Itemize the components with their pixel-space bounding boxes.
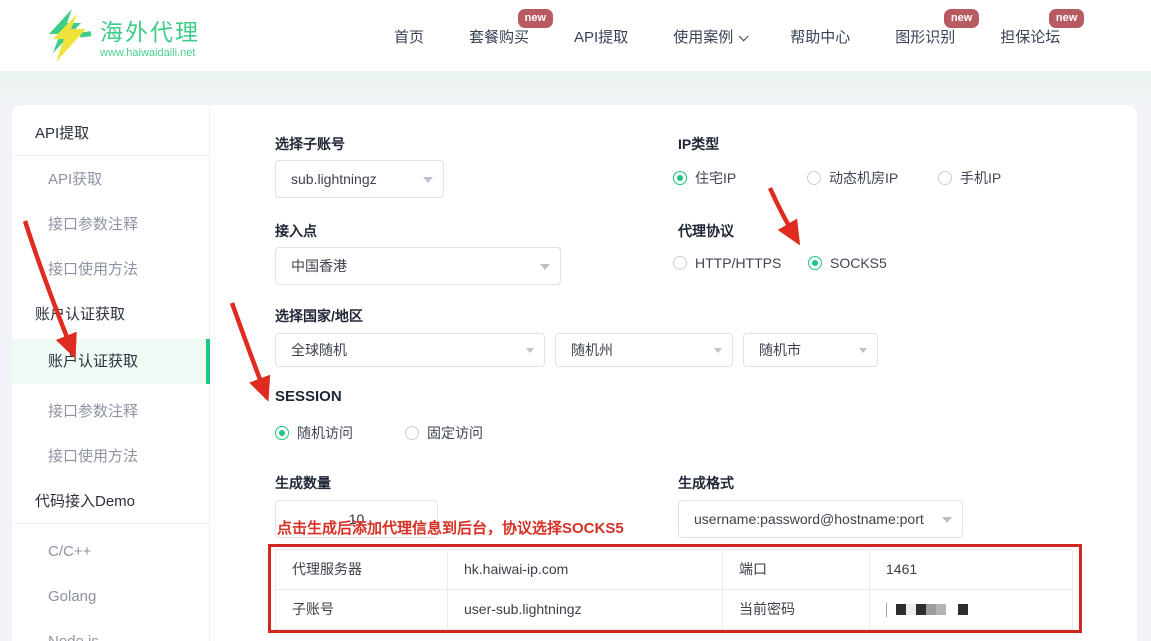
- sidebar-item-usage-2[interactable]: 接口使用方法: [12, 434, 210, 479]
- sidebar-item-code-demo[interactable]: 代码接入Demo: [12, 479, 210, 524]
- sub-account-label: 选择子账号: [275, 134, 345, 154]
- sidebar-item-param-notes[interactable]: 接口参数注释: [12, 202, 210, 247]
- state-select[interactable]: 随机州: [555, 333, 733, 367]
- session-label: SESSION: [275, 388, 342, 405]
- protocol-label: 代理协议: [678, 221, 734, 241]
- active-indicator-bar: [206, 339, 210, 384]
- format-label: 生成格式: [678, 473, 734, 493]
- radio-icon: [807, 171, 821, 185]
- format-select[interactable]: username:password@hostname:port: [678, 500, 963, 538]
- radio-selected-icon: [808, 256, 822, 270]
- nav-item-forum[interactable]: 担保论坛new: [1000, 26, 1060, 47]
- ip-type-label: IP类型: [678, 134, 719, 154]
- lightning-bolt-icon: [44, 8, 94, 69]
- country-select[interactable]: 全球随机: [275, 333, 545, 367]
- session-fixed-radio[interactable]: 固定访问: [405, 423, 483, 443]
- radio-selected-icon: [673, 171, 687, 185]
- text-cursor: [886, 603, 887, 617]
- sidebar-item-golang[interactable]: Golang: [12, 574, 210, 619]
- table-value-cell: user-sub.lightningz: [448, 590, 723, 630]
- sidebar-item-account-auth-header[interactable]: 账户认证获取: [12, 292, 210, 337]
- protocol-socks5-radio[interactable]: SOCKS5: [808, 255, 887, 271]
- brand-url: www.haiwaidaili.net: [100, 47, 200, 59]
- new-badge: new: [518, 9, 553, 28]
- proxy-result-table: 代理服务器 hk.haiwai-ip.com 端口 1461 子账号 user-…: [275, 549, 1072, 630]
- caret-down-icon: [423, 177, 433, 188]
- new-badge: new: [1049, 9, 1084, 28]
- caret-down-icon: [540, 264, 550, 275]
- access-point-label: 接入点: [275, 221, 317, 241]
- nav-item-plans[interactable]: 套餐购买new: [469, 26, 529, 47]
- radio-selected-icon: [275, 426, 289, 440]
- sidebar: API提取 API获取 接口参数注释 接口使用方法 账户认证获取 账户认证获取 …: [12, 105, 210, 641]
- brand-name: 海外代理: [100, 19, 200, 45]
- nav-item-api-extract[interactable]: API提取: [574, 26, 628, 47]
- ip-datacenter-radio[interactable]: 动态机房IP: [807, 168, 898, 188]
- caret-down-icon: [859, 348, 867, 357]
- chevron-down-icon: [739, 31, 749, 41]
- count-label: 生成数量: [275, 473, 331, 493]
- radio-icon: [405, 426, 419, 440]
- radio-icon: [938, 171, 952, 185]
- radio-icon: [673, 256, 687, 270]
- content-card: API提取 API获取 接口参数注释 接口使用方法 账户认证获取 账户认证获取 …: [12, 105, 1137, 641]
- protocol-http-radio[interactable]: HTTP/HTTPS: [673, 255, 781, 271]
- table-label-cell: 当前密码: [723, 590, 870, 630]
- table-label-cell: 端口: [723, 550, 870, 590]
- ip-residential-radio[interactable]: 住宅IP: [673, 168, 736, 188]
- nav-item-ocr[interactable]: 图形识别new: [895, 26, 955, 47]
- access-point-select[interactable]: 中国香港: [275, 247, 561, 285]
- caret-down-icon: [526, 348, 534, 357]
- nav-item-home[interactable]: 首页: [394, 26, 424, 47]
- new-badge: new: [944, 9, 979, 28]
- session-random-radio[interactable]: 随机访问: [275, 423, 353, 443]
- main-nav: 首页 套餐购买new API提取 使用案例 帮助中心 图形识别new 担保论坛n…: [394, 0, 1060, 72]
- page: 海外代理 www.haiwaidaili.net 首页 套餐购买new API提…: [0, 0, 1151, 641]
- table-value-cell: 1461: [870, 550, 1073, 590]
- nav-item-help-center[interactable]: 帮助中心: [790, 26, 850, 47]
- caret-down-icon: [714, 348, 722, 357]
- sidebar-item-c-cpp[interactable]: C/C++: [12, 529, 210, 574]
- sidebar-item-api-extract[interactable]: API提取: [12, 111, 210, 156]
- logo[interactable]: 海外代理 www.haiwaidaili.net: [44, 8, 200, 69]
- annotation-text: 点击生成后添加代理信息到后台，协议选择SOCKS5: [277, 517, 624, 538]
- sidebar-item-param-notes-2[interactable]: 接口参数注释: [12, 389, 210, 434]
- region-label: 选择国家/地区: [275, 306, 363, 326]
- sidebar-item-api-get[interactable]: API获取: [12, 157, 210, 202]
- table-label-cell: 子账号: [276, 590, 448, 630]
- city-select[interactable]: 随机市: [743, 333, 878, 367]
- sidebar-item-usage[interactable]: 接口使用方法: [12, 247, 210, 292]
- table-value-cell: hk.haiwai-ip.com: [448, 550, 723, 590]
- table-label-cell: 代理服务器: [276, 550, 448, 590]
- nav-item-use-cases[interactable]: 使用案例: [673, 26, 745, 47]
- navbar: 海外代理 www.haiwaidaili.net 首页 套餐购买new API提…: [0, 0, 1151, 72]
- caret-down-icon: [942, 517, 952, 528]
- sidebar-item-account-auth[interactable]: 账户认证获取: [12, 339, 210, 384]
- sidebar-item-nodejs[interactable]: Node.js: [12, 619, 210, 641]
- masked-password-value: [870, 590, 1073, 630]
- sub-account-select[interactable]: sub.lightningz: [275, 160, 444, 198]
- ip-mobile-radio[interactable]: 手机IP: [938, 168, 1001, 188]
